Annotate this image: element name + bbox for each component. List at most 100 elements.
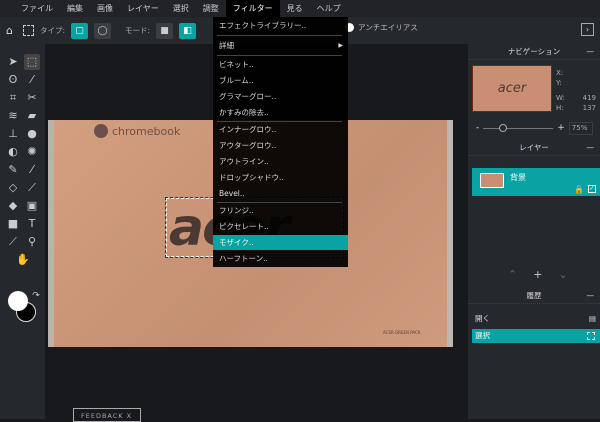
layer-item[interactable]: 背景 🔒 ✓ xyxy=(472,168,600,196)
feedback-button[interactable]: FEEDBACK X xyxy=(73,408,141,422)
green-pack-label: ACER GREEN PACK xyxy=(383,330,421,335)
filter-bloom[interactable]: ブルーム.. xyxy=(213,73,348,88)
visibility-checkbox-icon[interactable]: ✓ xyxy=(588,185,596,193)
foreground-color-swatch[interactable] xyxy=(8,291,28,311)
magic-wand-icon[interactable]: ⁄ xyxy=(24,72,40,88)
history-item-select[interactable]: 選択 xyxy=(472,329,600,343)
move-layer-down-icon[interactable]: ⌄ xyxy=(558,268,567,281)
history-label: 選択 xyxy=(475,331,490,340)
filter-mosaic[interactable]: モザイク.. xyxy=(213,235,348,250)
menu-edit[interactable]: 編集 xyxy=(60,0,90,17)
filter-advanced[interactable]: 詳細 ▶ xyxy=(213,38,348,53)
move-tool-icon[interactable]: ➤ xyxy=(5,54,21,70)
navigator-title: ナビゲーション xyxy=(507,47,561,56)
blur-drop-icon[interactable]: ● xyxy=(24,126,40,142)
chromebook-logo: chromebook xyxy=(94,124,180,138)
chevron-right-icon: ▶ xyxy=(338,42,343,49)
layer-actions: ⌃ + ⌄ xyxy=(508,268,568,281)
menu-help[interactable]: ヘルプ xyxy=(310,0,348,17)
text-tool-icon[interactable]: T xyxy=(24,216,40,232)
filter-drop-shadow[interactable]: ドロップシャドウ.. xyxy=(213,170,348,185)
antialias-label: アンチエイリアス xyxy=(358,23,418,32)
brush-icon[interactable]: ⁄ xyxy=(24,162,40,178)
collapse-panel-button[interactable]: › xyxy=(581,23,594,36)
move-layer-up-icon[interactable]: ⌃ xyxy=(508,268,517,281)
add-layer-icon[interactable]: + xyxy=(533,268,542,281)
filter-fringe[interactable]: フリンジ.. xyxy=(213,203,348,218)
marquee-icon xyxy=(22,25,34,36)
w-label: W: xyxy=(556,94,565,102)
gradient-icon[interactable]: ▣ xyxy=(24,198,40,214)
eraser-icon[interactable]: ◇ xyxy=(5,180,21,196)
filter-vignette[interactable]: ビネット.. xyxy=(213,57,348,72)
filter-inner-glow[interactable]: インナーグロウ.. xyxy=(213,122,348,137)
menubar: ファイル 編集 画像 レイヤー 選択 調整 フィルター 見る ヘルプ xyxy=(0,0,600,17)
menu-image[interactable]: 画像 xyxy=(90,0,120,17)
layer-thumbnail xyxy=(480,173,504,188)
filter-outline[interactable]: アウトライン.. xyxy=(213,154,348,169)
filter-effect-library[interactable]: エフェクトライブラリー.. xyxy=(213,18,348,33)
hand-tool-icon[interactable]: ✋ xyxy=(15,252,31,268)
eyedropper-icon[interactable]: ⟋ xyxy=(5,234,21,250)
y-label: Y: xyxy=(556,79,562,87)
zoom-slider-knob[interactable] xyxy=(499,123,508,132)
history-title: 履歴 xyxy=(526,291,542,300)
filter-dehaze[interactable]: かすみの除去.. xyxy=(213,105,348,120)
home-icon[interactable]: ⌂ xyxy=(6,24,13,37)
zoom-row: - + 75% xyxy=(468,119,600,137)
h-label: H: xyxy=(556,104,564,112)
navigator-info: X: Y: W: 419 H: 137 xyxy=(556,68,596,113)
crop-tool-icon[interactable]: ⌗ xyxy=(5,90,21,106)
navigator-thumbnail[interactable]: acer xyxy=(472,65,552,112)
menu-adjust[interactable]: 調整 xyxy=(196,0,226,17)
type-label: タイプ: xyxy=(39,26,66,35)
lasso-tool-icon[interactable]: ʘ xyxy=(5,72,21,88)
layer-name: 背景 xyxy=(510,173,526,182)
minimize-icon[interactable]: — xyxy=(587,140,595,156)
liquify-icon[interactable]: ≋ xyxy=(5,108,21,124)
lock-icon[interactable]: 🔒 xyxy=(574,185,584,194)
menu-file[interactable]: ファイル xyxy=(14,0,60,17)
marquee-tool-icon[interactable]: ⬚ xyxy=(24,54,40,70)
scissors-icon[interactable]: ✂ xyxy=(24,90,40,106)
filter-pixelate[interactable]: ピクセレート.. xyxy=(213,219,348,234)
width-value: 419 xyxy=(582,94,596,102)
bandage-icon[interactable]: ▰ xyxy=(24,108,40,124)
menu-view[interactable]: 見る xyxy=(280,0,310,17)
zoom-tool-icon[interactable]: ⚲ xyxy=(24,234,40,250)
filter-outer-glow[interactable]: アウターグロウ.. xyxy=(213,138,348,153)
zoom-out-button[interactable]: - xyxy=(476,123,479,133)
antialias-toggle[interactable]: アンチエイリアス xyxy=(345,22,418,33)
zoom-slider[interactable] xyxy=(483,123,554,132)
type-ellipse-button[interactable]: ◯ xyxy=(94,22,112,39)
layers-panel: レイヤー — 背景 🔒 ✓ ⌃ + ⌄ xyxy=(468,140,600,288)
zoom-input[interactable]: 75% xyxy=(568,121,593,135)
shape-icon[interactable]: ■ xyxy=(5,216,21,232)
mode-add-button[interactable]: ◧ xyxy=(179,22,197,39)
pencil-icon[interactable]: ✎ xyxy=(5,162,21,178)
minimize-icon[interactable]: — xyxy=(587,44,595,60)
stamp-icon[interactable]: ⊥ xyxy=(5,126,21,142)
height-value: 137 xyxy=(582,104,596,112)
minimize-icon[interactable]: — xyxy=(587,288,595,304)
smudge-icon[interactable]: ⟋ xyxy=(24,180,40,196)
mode-label: モード: xyxy=(125,26,151,35)
menu-select[interactable]: 選択 xyxy=(166,0,196,17)
navigator-panel: ナビゲーション — acer X: Y: W: 419 H: 137 - + 75% xyxy=(468,44,600,144)
sponge-icon[interactable]: ✺ xyxy=(24,144,40,160)
swap-colors-icon[interactable]: ↷ xyxy=(28,288,44,304)
type-rect-button[interactable]: ▢ xyxy=(71,22,89,39)
menu-filter[interactable]: フィルター xyxy=(225,0,280,17)
bucket-icon[interactable]: ◆ xyxy=(5,198,21,214)
zoom-in-button[interactable]: + xyxy=(557,123,565,133)
filter-glamour-glow[interactable]: グラマーグロー.. xyxy=(213,89,348,104)
dodge-icon[interactable]: ◐ xyxy=(5,144,21,160)
filter-halftone[interactable]: ハーフトーン.. xyxy=(213,251,348,266)
filter-bevel[interactable]: Bevel.. xyxy=(213,186,348,201)
chrome-icon xyxy=(94,124,108,138)
x-label: X: xyxy=(556,69,564,77)
menu-layer[interactable]: レイヤー xyxy=(120,0,166,17)
chromebook-text: chromebook xyxy=(112,124,181,138)
history-item-open[interactable]: 開く ▤ xyxy=(472,312,600,326)
mode-new-button[interactable]: ■ xyxy=(156,22,174,39)
